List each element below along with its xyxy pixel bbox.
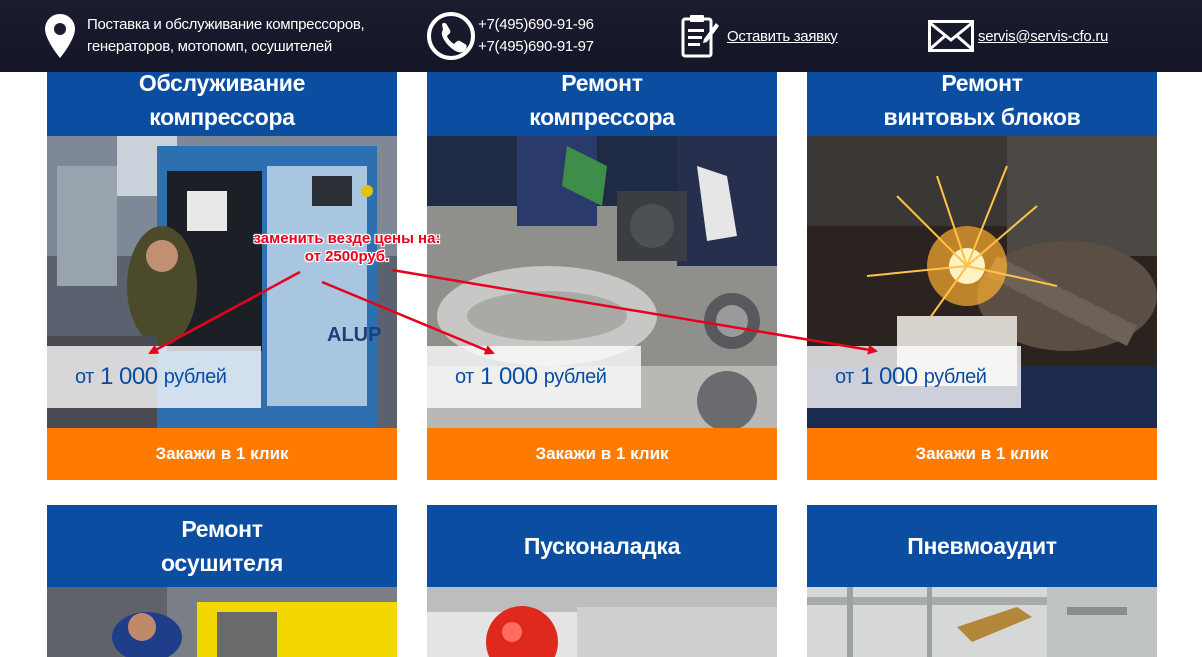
service-card: Обслуживание компрессора ALUP от 1 000 р… xyxy=(47,64,397,480)
card-title: Обслуживание компрессора xyxy=(47,64,397,136)
email-block[interactable]: servis@servis-cfo.ru xyxy=(928,0,1108,72)
phones: +7(495)690-91-96 +7(495)690-91-97 xyxy=(478,14,594,58)
dryer-repair-photo xyxy=(47,587,397,657)
phone-2[interactable]: +7(495)690-91-97 xyxy=(478,36,594,58)
card-photo: ALUP от 1 000 рублей xyxy=(47,136,397,428)
price-unit: рублей xyxy=(923,365,987,388)
price-unit: рублей xyxy=(163,365,227,388)
card-title: Ремонт осушителя xyxy=(47,505,397,587)
svg-text:ALUP: ALUP xyxy=(327,324,381,346)
card-photo: от 1 000 рублей xyxy=(807,136,1157,428)
price-prefix: от xyxy=(455,365,474,388)
clipboard-icon xyxy=(680,13,720,59)
order-one-click-button[interactable]: Закажи в 1 клик xyxy=(807,428,1157,480)
annotation-note: заменить везде цены на: от 2500руб. xyxy=(232,230,462,266)
price-value: 1 000 xyxy=(860,363,918,390)
order-one-click-button[interactable]: Закажи в 1 клик xyxy=(427,428,777,480)
request-block[interactable]: Оставить заявку xyxy=(680,0,838,72)
price-unit: рублей xyxy=(543,365,607,388)
price-label: от 1 000 рублей xyxy=(47,346,261,408)
phone-icon xyxy=(426,11,476,61)
location-pin-icon xyxy=(44,13,76,59)
card-title: Ремонт компрессора xyxy=(427,64,777,136)
top-bar: Поставка и обслуживание компрессоров, ге… xyxy=(0,0,1202,72)
pneumo-audit-photo xyxy=(807,587,1157,657)
price-label: от 1 000 рублей xyxy=(427,346,641,408)
card-title: Ремонт винтовых блоков xyxy=(807,64,1157,136)
commissioning-photo xyxy=(427,587,777,657)
card-photo xyxy=(427,587,777,657)
service-card: Ремонт винтовых блоков от 1 000 рублей З… xyxy=(807,64,1157,480)
price-value: 1 000 xyxy=(100,363,158,390)
tagline-line-2: генераторов, мотопомп, осушителей xyxy=(87,38,332,55)
leave-request-link[interactable]: Оставить заявку xyxy=(727,28,838,45)
service-card: Ремонт компрессора от 1 000 рублей Закаж… xyxy=(427,64,777,480)
email-link[interactable]: servis@servis-cfo.ru xyxy=(978,28,1108,45)
card-photo xyxy=(47,587,397,657)
phone-1[interactable]: +7(495)690-91-96 xyxy=(478,14,594,36)
annotation-line-1: заменить везде цены на: xyxy=(253,230,441,247)
service-card: Пневмоаудит xyxy=(807,505,1157,657)
service-card: Ремонт осушителя xyxy=(47,505,397,657)
order-one-click-button[interactable]: Закажи в 1 клик xyxy=(47,428,397,480)
card-photo xyxy=(807,587,1157,657)
card-title: Пневмоаудит xyxy=(807,505,1157,587)
price-prefix: от xyxy=(75,365,94,388)
envelope-icon xyxy=(928,20,974,52)
tagline: Поставка и обслуживание компрессоров, ге… xyxy=(87,14,365,58)
card-title: Пусконаладка xyxy=(427,505,777,587)
card-photo: от 1 000 рублей xyxy=(427,136,777,428)
price-value: 1 000 xyxy=(480,363,538,390)
service-card: Пусконаладка xyxy=(427,505,777,657)
price-label: от 1 000 рублей xyxy=(807,346,1021,408)
tagline-block: Поставка и обслуживание компрессоров, ге… xyxy=(44,0,365,72)
tagline-line-1: Поставка и обслуживание компрессоров, xyxy=(87,16,365,33)
price-prefix: от xyxy=(835,365,854,388)
phones-block: +7(495)690-91-96 +7(495)690-91-97 xyxy=(426,0,594,72)
annotation-line-2: от 2500руб. xyxy=(304,248,390,265)
